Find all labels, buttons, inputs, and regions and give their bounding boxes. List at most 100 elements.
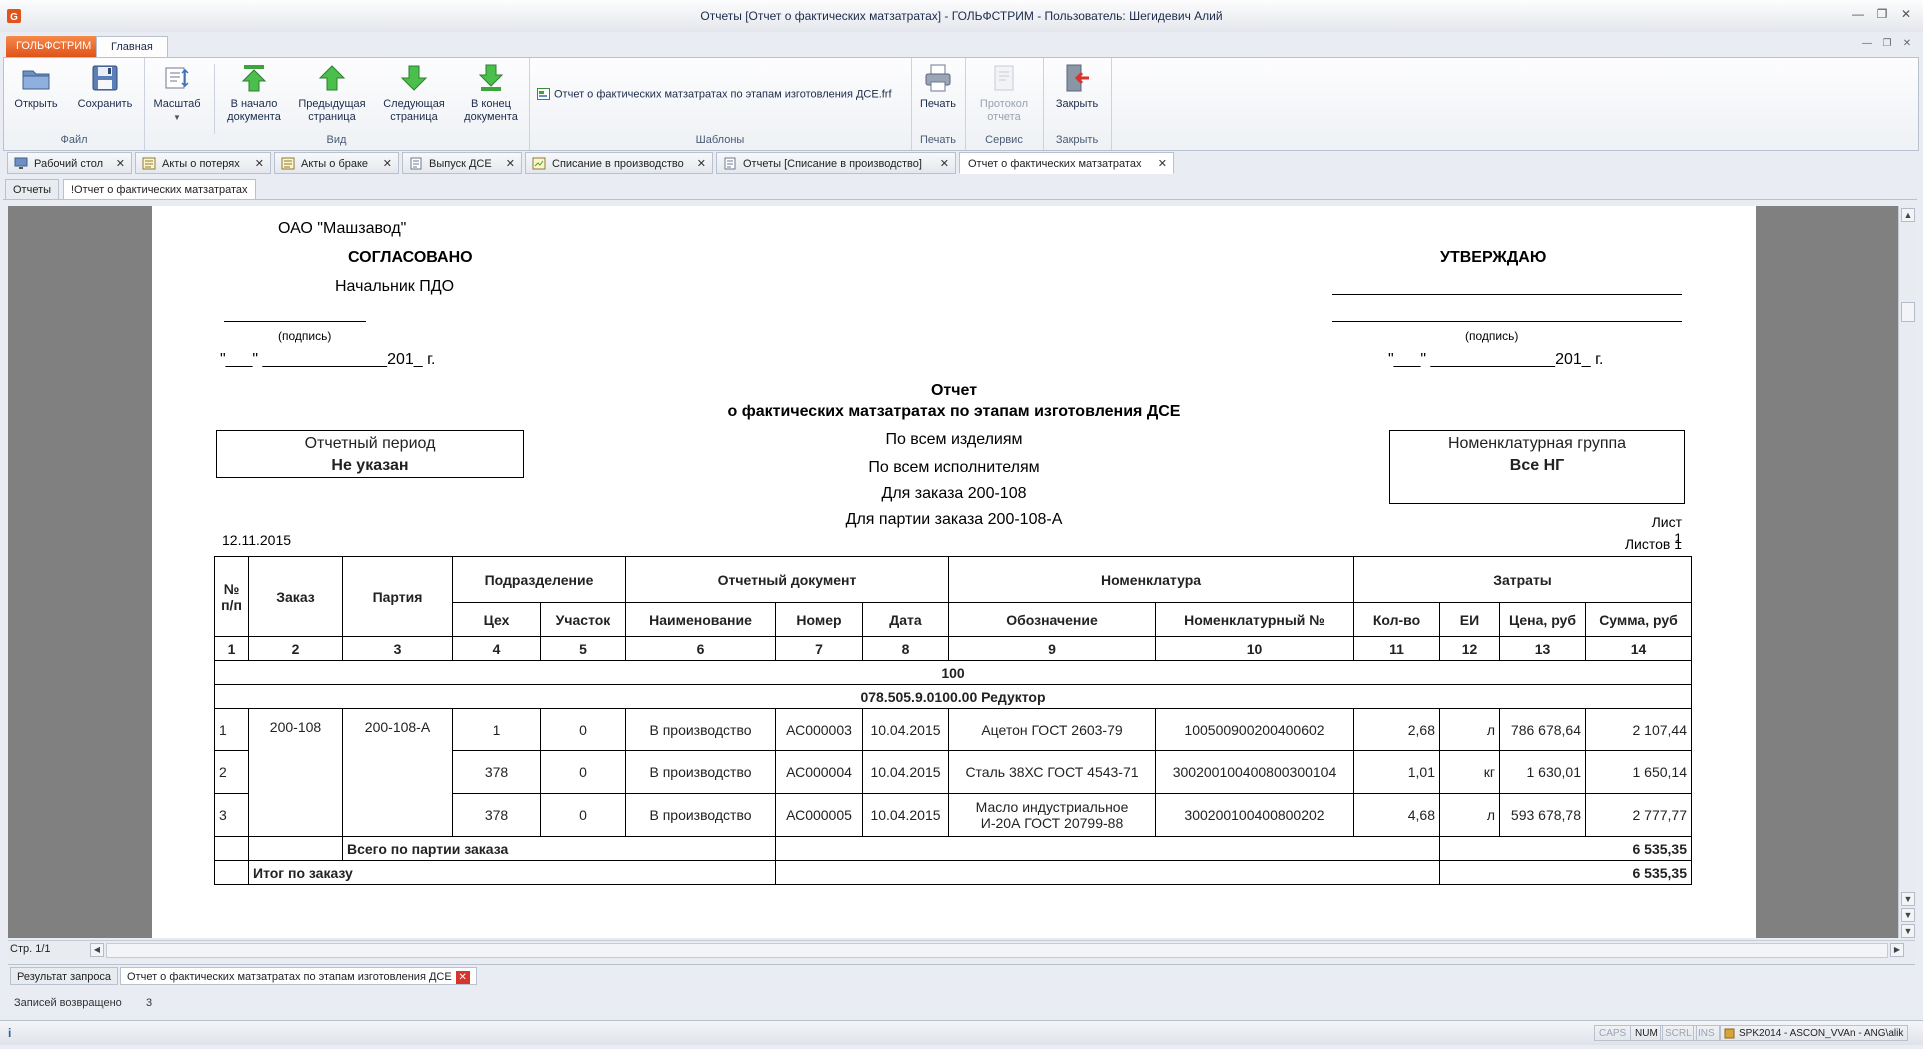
records-bar: Записей возвращено 3 bbox=[8, 993, 1915, 1013]
scroll-thumb[interactable] bbox=[1901, 302, 1915, 322]
doc-date-cell: 10.04.2015 bbox=[862, 750, 949, 794]
ribbon: Открыть Сохранить Файл Масштаб ▼ В начал… bbox=[3, 57, 1919, 151]
group-row-100: 100 bbox=[214, 660, 1692, 685]
save-button[interactable]: Сохранить bbox=[72, 62, 138, 111]
doc-date-cell: 10.04.2015 bbox=[862, 793, 949, 837]
last-page-label-2: документа bbox=[464, 111, 518, 123]
total-batch-label: Всего по партии заказа bbox=[342, 836, 776, 861]
tab-label: Акты о браке bbox=[301, 158, 369, 170]
close-tab-icon[interactable]: ✕ bbox=[1158, 153, 1167, 175]
workshop-cell: 378 bbox=[452, 750, 541, 794]
subtab-actual-costs[interactable]: !Отчет о фактических матзатратах bbox=[63, 179, 256, 199]
section-cell: 0 bbox=[540, 793, 626, 837]
subtab-reports[interactable]: Отчеты bbox=[5, 179, 60, 199]
scroll-down-icon[interactable]: ▼ bbox=[1901, 892, 1915, 906]
report-date: 12.11.2015 bbox=[222, 532, 292, 548]
report-approve: УТВЕРЖДАЮ bbox=[1440, 249, 1547, 266]
tab-desktop[interactable]: Рабочий стол ✕ bbox=[7, 152, 132, 174]
print-button[interactable]: Печать bbox=[915, 62, 961, 111]
ins-indicator: INS bbox=[1693, 1025, 1720, 1041]
doc-date-cell: 10.04.2015 bbox=[862, 708, 949, 751]
scroll-right-icon[interactable]: ▶ bbox=[1890, 943, 1904, 957]
horizontal-scrollbar[interactable] bbox=[106, 943, 1888, 958]
tab-reports-write-off[interactable]: Отчеты [Списание в производство] ✕ bbox=[716, 152, 956, 174]
signature-caption-left: (подпись) bbox=[278, 329, 332, 343]
row-num: 2 bbox=[214, 750, 249, 794]
order-cell: 200-108 bbox=[248, 708, 343, 837]
col-number: 3 bbox=[342, 636, 453, 661]
scroll-down-icon[interactable]: ▼ bbox=[1901, 924, 1915, 938]
app-menu-tab[interactable]: ГОЛЬФСТРИМ bbox=[6, 36, 102, 57]
tab-defect-acts[interactable]: Акты о браке ✕ bbox=[274, 152, 399, 174]
close-tab-icon[interactable]: ✕ bbox=[116, 153, 125, 175]
close-button[interactable]: Закрыть bbox=[1047, 62, 1107, 111]
row-num: 1 bbox=[214, 708, 249, 751]
empty-cell bbox=[775, 860, 1440, 885]
scroll-down-icon[interactable]: ▼ bbox=[1901, 908, 1915, 922]
header-nomenclature: Номенклатура bbox=[948, 556, 1354, 603]
group-row-product: 078.505.9.0100.00 Редуктор bbox=[214, 684, 1692, 709]
arrow-down-to-bottom-icon bbox=[478, 64, 504, 91]
scroll-up-icon[interactable]: ▲ bbox=[1901, 208, 1915, 222]
close-tab-icon[interactable]: ✕ bbox=[940, 153, 949, 175]
period-value: Не указан bbox=[331, 457, 409, 474]
tab-dse-output[interactable]: Выпуск ДСЕ ✕ bbox=[402, 152, 522, 174]
total-batch-value: 6 535,35 bbox=[1439, 836, 1692, 861]
close-tab-icon[interactable]: ✕ bbox=[455, 970, 470, 984]
tab-label: Отчеты [Списание в производство] bbox=[743, 158, 922, 170]
close-tab-icon[interactable]: ✕ bbox=[506, 153, 515, 175]
window-title: Отчеты [Отчет о фактических матзатратах]… bbox=[700, 9, 1223, 23]
open-button[interactable]: Открыть bbox=[10, 62, 62, 111]
vertical-scrollbar[interactable]: ▲ ▼ ▼ ▼ bbox=[1898, 206, 1916, 938]
close-window-icon[interactable]: ✕ bbox=[1897, 6, 1915, 22]
header-report-doc: Отчетный документ bbox=[625, 556, 949, 603]
col-number: 10 bbox=[1155, 636, 1354, 661]
tab-loss-acts[interactable]: Акты о потерях ✕ bbox=[135, 152, 271, 174]
close-tab-icon[interactable]: ✕ bbox=[255, 153, 264, 175]
template-item[interactable]: Отчет о фактических матзатратах по этапа… bbox=[537, 88, 892, 101]
unit-cell: кг bbox=[1439, 750, 1500, 794]
minimize-icon[interactable]: — bbox=[1849, 6, 1867, 22]
tab-write-off[interactable]: Списание в производство ✕ bbox=[525, 152, 713, 174]
last-page-button[interactable]: В конец документа bbox=[458, 62, 524, 124]
protocol-label-2: отчета bbox=[987, 111, 1021, 123]
approve-line-1 bbox=[1332, 294, 1682, 295]
scale-button[interactable]: Масштаб ▼ bbox=[152, 62, 202, 124]
signature-line-left bbox=[224, 321, 366, 322]
nomgroup-value: Все НГ bbox=[1509, 457, 1565, 474]
tab-home[interactable]: Главная bbox=[96, 36, 168, 58]
protocol-document-icon bbox=[994, 65, 1014, 91]
prev-page-label-1: Предыдущая bbox=[298, 98, 366, 110]
protocol-label-1: Протокол bbox=[979, 98, 1029, 110]
restore-icon[interactable]: ❐ bbox=[1873, 6, 1891, 22]
first-page-button[interactable]: В начало документа bbox=[222, 62, 286, 124]
next-page-button[interactable]: Следующая страница bbox=[378, 62, 450, 124]
nom-number-cell: 300200100400800300104 bbox=[1155, 750, 1354, 794]
total-order-value: 6 535,35 bbox=[1439, 860, 1692, 885]
server-indicator: SPK2014 - ASCON_VVAn - ANG\alik bbox=[1720, 1025, 1909, 1041]
prev-page-button[interactable]: Предыдущая страница bbox=[294, 62, 370, 124]
protocol-button[interactable]: Протокол отчета bbox=[969, 62, 1039, 124]
scroll-left-icon[interactable]: ◀ bbox=[90, 943, 104, 957]
close-tab-icon[interactable]: ✕ bbox=[383, 153, 392, 175]
col-number: 9 bbox=[948, 636, 1156, 661]
section-cell: 0 bbox=[540, 708, 626, 751]
group-label-file: Файл bbox=[60, 134, 88, 146]
records-label: Записей возвращено bbox=[14, 997, 122, 1009]
tab-query-result[interactable]: Результат запроса bbox=[10, 967, 119, 985]
sub-tabs: Отчеты !Отчет о фактических матзатратах bbox=[3, 177, 1917, 200]
title-bar: G Отчеты [Отчет о фактических матзатрата… bbox=[0, 0, 1923, 49]
num-indicator: NUM bbox=[1630, 1025, 1663, 1041]
close-tab-icon[interactable]: ✕ bbox=[697, 153, 706, 175]
exit-door-icon bbox=[1066, 64, 1089, 92]
col-number: 2 bbox=[248, 636, 343, 661]
tab-label: Отчет о фактических матзатратах bbox=[968, 158, 1142, 170]
next-page-label-1: Следующая bbox=[383, 98, 445, 110]
tab-actual-costs-report[interactable]: Отчет о фактических матзатратах ✕ bbox=[959, 152, 1174, 174]
nom-number-cell: 100500900200400602 bbox=[1155, 708, 1354, 751]
chevron-down-icon: ▼ bbox=[173, 113, 181, 122]
nomgroup-label: Номенклатурная группа bbox=[1447, 435, 1627, 452]
col-number: 11 bbox=[1353, 636, 1440, 661]
date-line-right: "___" ______________201_ г. bbox=[1388, 351, 1604, 368]
tab-report-output[interactable]: Отчет о фактических матзатратах по этапа… bbox=[120, 967, 477, 985]
